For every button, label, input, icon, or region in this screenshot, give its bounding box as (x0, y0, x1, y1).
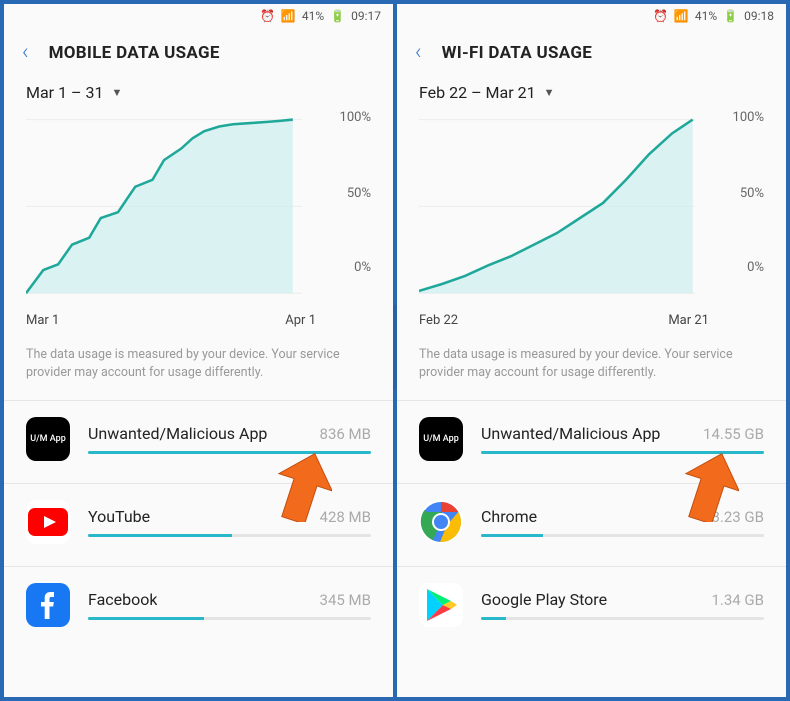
usage-bar (481, 617, 764, 620)
usage-chart: 100% 50% 0% Mar 1 Apr 1 (26, 108, 371, 328)
signal-icon: 📶 (281, 9, 296, 23)
panel-wifi: ⏰ 📶 41% 🔋 09:18 ‹ WI-FI DATA USAGE Feb 2… (397, 4, 786, 697)
disclaimer-text: The data usage is measured by your devic… (397, 336, 786, 400)
date-range-label: Mar 1 – 31 (26, 83, 103, 102)
battery-pct: 41% (302, 9, 324, 23)
youtube-icon (26, 500, 70, 544)
usage-bar (88, 534, 371, 537)
back-icon[interactable]: ‹ (415, 40, 422, 65)
battery-icon: 🔋 (723, 9, 738, 23)
alarm-icon: ⏰ (260, 9, 275, 23)
y-label-100: 100% (733, 110, 764, 125)
y-label-0: 0% (354, 260, 371, 275)
page-title: WI-FI DATA USAGE (442, 43, 593, 63)
x-label-end: Apr 1 (285, 313, 316, 328)
app-usage: 3.23 GB (711, 508, 764, 526)
app-row-chrome[interactable]: Chrome 3.23 GB (397, 484, 786, 566)
chevron-down-icon: ▼ (544, 86, 555, 99)
chart-svg (419, 108, 764, 328)
page-title: MOBILE DATA USAGE (49, 43, 220, 63)
usage-bar (481, 451, 764, 454)
alarm-icon: ⏰ (653, 9, 668, 23)
panel-mobile: ⏰ 📶 41% 🔋 09:17 ‹ MOBILE DATA USAGE Mar … (4, 4, 393, 697)
clock-time: 09:17 (351, 9, 381, 23)
status-bar: ⏰ 📶 41% 🔋 09:18 (397, 4, 786, 28)
header: ‹ WI-FI DATA USAGE (397, 28, 786, 83)
x-label-end: Mar 21 (668, 313, 709, 328)
date-range-selector[interactable]: Mar 1 – 31 ▼ (4, 83, 393, 108)
usage-bar (88, 451, 371, 454)
chevron-down-icon: ▼ (111, 86, 122, 99)
app-row-youtube[interactable]: YouTube 428 MB (4, 484, 393, 566)
app-icon-um: U/M App (419, 417, 463, 461)
facebook-icon (26, 583, 70, 627)
signal-icon: 📶 (674, 9, 689, 23)
play-store-icon (419, 583, 463, 627)
app-name: YouTube (88, 507, 150, 526)
usage-chart: 100% 50% 0% Feb 22 Mar 21 (419, 108, 764, 328)
battery-pct: 41% (695, 9, 717, 23)
disclaimer-text: The data usage is measured by your devic… (4, 336, 393, 400)
x-label-start: Mar 1 (26, 313, 59, 328)
usage-bar (88, 617, 371, 620)
status-bar: ⏰ 📶 41% 🔋 09:17 (4, 4, 393, 28)
app-usage: 428 MB (320, 508, 371, 526)
y-label-50: 50% (740, 186, 764, 201)
header: ‹ MOBILE DATA USAGE (4, 28, 393, 83)
y-label-0: 0% (747, 260, 764, 275)
y-label-50: 50% (347, 186, 371, 201)
app-usage: 345 MB (320, 591, 371, 609)
app-row-malicious[interactable]: U/M App Unwanted/Malicious App 14.55 GB (397, 401, 786, 483)
app-row-facebook[interactable]: Facebook 345 MB (4, 567, 393, 649)
clock-time: 09:18 (744, 9, 774, 23)
date-range-label: Feb 22 – Mar 21 (419, 83, 536, 102)
back-icon[interactable]: ‹ (22, 40, 29, 65)
app-name: Unwanted/Malicious App (88, 424, 267, 443)
y-label-100: 100% (340, 110, 371, 125)
app-name: Chrome (481, 507, 537, 526)
chart-svg (26, 108, 371, 328)
usage-bar (481, 534, 764, 537)
chrome-icon (419, 500, 463, 544)
date-range-selector[interactable]: Feb 22 – Mar 21 ▼ (397, 83, 786, 108)
app-name: Facebook (88, 590, 157, 609)
app-name: Unwanted/Malicious App (481, 424, 660, 443)
battery-icon: 🔋 (330, 9, 345, 23)
app-row-playstore[interactable]: Google Play Store 1.34 GB (397, 567, 786, 649)
app-usage: 1.34 GB (711, 591, 764, 609)
app-name: Google Play Store (481, 590, 607, 609)
app-icon-um: U/M App (26, 417, 70, 461)
x-label-start: Feb 22 (419, 313, 458, 328)
app-row-malicious[interactable]: U/M App Unwanted/Malicious App 836 MB (4, 401, 393, 483)
app-usage: 14.55 GB (703, 425, 764, 443)
app-usage: 836 MB (320, 425, 371, 443)
